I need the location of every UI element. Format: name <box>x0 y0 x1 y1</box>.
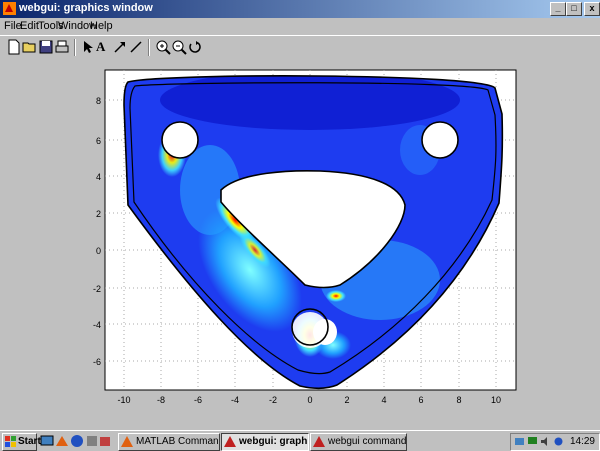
toolbar-separator <box>74 39 76 56</box>
system-tray: 14:29 <box>510 433 600 451</box>
task-label: webgui: graphics win... <box>239 436 308 447</box>
x-tick-label: -10 <box>117 395 130 405</box>
volume-icon[interactable] <box>540 436 551 447</box>
open-icon[interactable] <box>22 39 38 55</box>
print-icon[interactable] <box>54 39 70 55</box>
x-tick-label: -8 <box>157 395 165 405</box>
maximize-button[interactable]: □ <box>566 2 582 16</box>
matlab-task-icon <box>121 436 133 447</box>
pointer-icon[interactable] <box>80 39 96 55</box>
y-tick-label: 0 <box>96 246 101 256</box>
network-icon[interactable] <box>514 436 525 447</box>
x-tick-label: 8 <box>456 395 461 405</box>
menu-help[interactable]: Help <box>90 20 113 32</box>
task-webgui-command-window[interactable]: webgui command window ... <box>310 433 407 451</box>
toolbar-separator <box>148 39 150 56</box>
text-icon[interactable]: A <box>96 39 112 55</box>
line-icon[interactable] <box>128 39 144 55</box>
x-tick-label: -2 <box>269 395 277 405</box>
x-tick-label: 2 <box>344 395 349 405</box>
graphics-task-icon <box>224 436 236 447</box>
x-tick-label: 4 <box>381 395 386 405</box>
command-task-icon <box>313 436 325 447</box>
new-icon[interactable] <box>6 39 22 55</box>
y-tick-label: 8 <box>96 96 101 106</box>
task-graphics-window[interactable]: webgui: graphics win... <box>221 433 309 451</box>
taskbar: Start MATLAB Command Window webgui: grap… <box>0 430 600 451</box>
task-label: webgui command window ... <box>328 436 407 447</box>
close-button[interactable]: x <box>584 2 600 16</box>
app-icon <box>3 2 16 15</box>
y-tick-label: -4 <box>93 320 101 330</box>
plot-svg[interactable]: -10 -8 -6 -4 -2 0 2 4 6 8 10 8 6 4 2 0 -… <box>0 60 600 430</box>
zoom-out-icon[interactable] <box>171 39 187 55</box>
start-label: Start <box>18 436 41 447</box>
x-tick-label: -6 <box>194 395 202 405</box>
title-bar[interactable]: webgui: graphics window _ □ x <box>0 0 600 18</box>
task-label: MATLAB Command Window <box>136 436 220 447</box>
menu-bar: File Edit Tools Window Help <box>0 18 600 35</box>
start-button[interactable]: Start <box>2 433 41 451</box>
tray-app-icon[interactable] <box>553 436 564 447</box>
menu-edit[interactable]: Edit <box>20 20 39 32</box>
x-tick-label: 6 <box>418 395 423 405</box>
zoom-in-icon[interactable] <box>155 39 171 55</box>
save-icon[interactable] <box>38 39 54 55</box>
y-tick-label: -2 <box>93 284 101 294</box>
arrow-icon[interactable] <box>112 39 128 55</box>
x-tick-label: -4 <box>231 395 239 405</box>
desktop-icon[interactable] <box>40 434 54 448</box>
clock: 14:29 <box>569 436 595 447</box>
toolbar: A <box>0 35 600 61</box>
app-quicklaunch-icon[interactable] <box>98 434 112 448</box>
task-matlab-command-window[interactable]: MATLAB Command Window <box>118 433 220 451</box>
tool-icon[interactable] <box>85 434 99 448</box>
matlab-icon[interactable] <box>55 434 69 448</box>
browser-icon[interactable] <box>70 434 84 448</box>
y-tick-label: 2 <box>96 209 101 219</box>
y-tick-label: -6 <box>93 357 101 367</box>
rotate-icon[interactable] <box>187 39 203 55</box>
y-tick-labels: 8 6 4 2 0 -2 -4 -6 <box>93 96 101 367</box>
figure-canvas[interactable]: -10 -8 -6 -4 -2 0 2 4 6 8 10 8 6 4 2 0 -… <box>0 60 600 430</box>
window-title: webgui: graphics window <box>19 2 153 14</box>
y-tick-label: 6 <box>96 136 101 146</box>
monitor-icon[interactable] <box>527 436 538 447</box>
x-tick-labels: -10 -8 -6 -4 -2 0 2 4 6 8 10 <box>117 395 501 405</box>
x-tick-label: 10 <box>491 395 501 405</box>
minimize-button[interactable]: _ <box>550 2 566 16</box>
windows-logo-icon <box>5 436 16 447</box>
y-tick-label: 4 <box>96 172 101 182</box>
x-tick-label: 0 <box>307 395 312 405</box>
